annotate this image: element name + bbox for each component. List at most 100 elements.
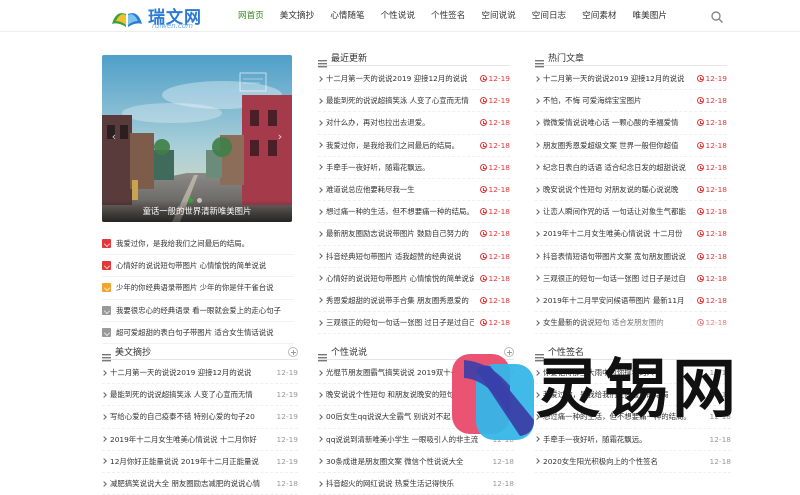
- list-item[interactable]: 想过痛一种的生活，但不想要痛一种的结局。 12-18: [317, 201, 510, 224]
- list-item[interactable]: 12月你好正能量说说 2019年十二月正能量说 12-19: [101, 451, 298, 473]
- featured-item[interactable]: 心情好的说说短句带图片 心情愉悦的简单说说: [102, 255, 294, 278]
- site-domain: ruiwen.com: [152, 22, 193, 30]
- slider-prev-button[interactable]: ‹: [108, 130, 120, 143]
- clock-icon: [696, 163, 704, 171]
- list-item[interactable]: 2019年十二月女生唯美心情说说 十二月你好 12-19: [101, 429, 298, 451]
- list-item[interactable]: 十二月第一天的说说2019 迎接12月的说说 12-19: [534, 68, 727, 91]
- list-item-title: 难道说总应他要耗尽我一生: [326, 185, 415, 195]
- chevron-right-icon: [534, 275, 540, 282]
- list-item[interactable]: 三观很正的短句一句话一张图 过日子是过自 12-18: [534, 268, 727, 290]
- list-item-date: 12-18: [277, 479, 298, 488]
- nav-item[interactable]: 美文摘抄: [272, 0, 322, 32]
- date-text: 12-18: [705, 207, 727, 217]
- list-item-title: 抖音表情短语句带图片文案 宽句朋友圈说说: [543, 251, 686, 261]
- slider-caption[interactable]: 童话一般的世界清新唯美图片: [102, 200, 292, 222]
- image-slider[interactable]: ‹ › 童话一般的世界清新唯美图片: [102, 55, 292, 222]
- list-item-title: 纪念日表白的话语 适合纪念日发的超甜说说: [543, 162, 686, 172]
- check-badge-icon: [102, 327, 111, 337]
- list-item[interactable]: 2019年十二月早安问候语带图片 最新11月 12-18: [534, 290, 727, 313]
- list-item-date: 12-18: [479, 185, 510, 194]
- list-item-date: 12-18: [479, 273, 510, 283]
- chevron-right-icon: [317, 120, 323, 126]
- date-text: 12-19: [276, 434, 298, 444]
- chevron-right-icon: [101, 436, 107, 442]
- search-icon[interactable]: [710, 9, 724, 24]
- list-item[interactable]: 抖音经典短句带图片 适我超赞的经典说说 12-18: [317, 246, 510, 268]
- featured-item[interactable]: 超可爱超甜的表白句子带图片 适合女生情话说说: [102, 322, 294, 344]
- chevron-right-icon: [317, 369, 323, 376]
- featured-item[interactable]: 我要很忠心的经典语录 看一眼就会爱上的走心句子: [102, 300, 294, 322]
- list-item[interactable]: 不怕，不悔 可爱海绵宝宝图片 12-18: [534, 90, 727, 113]
- list-item[interactable]: 十二月第一天的说说2019 迎接12月的说说 12-19: [317, 68, 510, 91]
- chevron-right-icon: [317, 436, 323, 442]
- list-item-title: 最新朋友圈励志说说带图片 鼓励自己努力的: [326, 229, 469, 239]
- chevron-right-icon: [317, 458, 323, 465]
- list-item-title: 抖音经典短句带图片 适我超赞的经典说说: [326, 251, 462, 261]
- more-plus-icon[interactable]: [288, 346, 298, 357]
- clock-icon: [479, 230, 487, 238]
- clock-icon: [696, 186, 704, 194]
- list-item[interactable]: 减肥搞笑说说大全 朋友圈励志减肥的说说心情 12-18: [101, 473, 298, 495]
- nav-item[interactable]: 心情随笔: [322, 0, 372, 32]
- site-logo[interactable]: 瑞文网 ruiwen.com: [110, 3, 206, 30]
- list-item[interactable]: 晚安说说个性短句 对朋友说的暖心说说晚 12-18: [534, 179, 727, 202]
- list-item-date: 12-19: [277, 390, 298, 399]
- chevron-right-icon: [534, 231, 540, 237]
- list-item-title: 不怕，不悔 可爱海绵宝宝图片: [543, 96, 642, 106]
- list-item[interactable]: 2019年十二月女生唯美心情说说 十二月份 12-18: [534, 223, 727, 246]
- list-item[interactable]: 写给心爱的自己疫泰不错 特别心爱的句子20 12-19: [101, 406, 298, 429]
- nav-item[interactable]: 个性签名: [423, 0, 473, 32]
- list-icon: [318, 53, 327, 68]
- list-item[interactable]: 我爱过你，是我给我们之间最后的结局。 12-18: [317, 135, 510, 157]
- date-text: 12-19: [276, 368, 298, 378]
- nav-item[interactable]: 空间说说: [473, 0, 523, 32]
- list-item[interactable]: 让恋人瞬间作咒的话 一句话让对象生气都能 12-18: [534, 201, 727, 224]
- list-item-title: 秀恩爱超甜的说说带手合集 朋友圈秀恩爱的: [326, 295, 469, 305]
- featured-item[interactable]: 我爱过你，是我给我们之间最后的结局。: [102, 233, 294, 256]
- featured-list: 我爱过你，是我给我们之间最后的结局。 心情好的说说短句带图片 心情愉悦的简单说说少…: [102, 233, 294, 344]
- clock-icon: [696, 75, 704, 83]
- nav-item[interactable]: 个性说说: [373, 0, 423, 32]
- slider-next-button[interactable]: ›: [274, 130, 286, 143]
- list-item-title: 2019年十二月早安问候语带图片 最新11月: [543, 295, 685, 305]
- list-item[interactable]: 抖音表情短语句带图片文案 宽句朋友圈说说 12-18: [534, 246, 727, 268]
- featured-item[interactable]: 少年的你经典语录带图片 少年的你是伴干雀台说: [102, 277, 294, 300]
- list-item[interactable]: 对什么办，再对也拉出去退爱。 12-18: [317, 112, 510, 135]
- list-item-date: 12-18: [479, 141, 510, 150]
- list-item[interactable]: 十二月第一天的说说2019 迎接12月的说说 12-19: [101, 362, 298, 385]
- books-logo-icon: [112, 13, 142, 27]
- chevron-right-icon: [534, 208, 540, 215]
- nav-item[interactable]: 空间素材: [574, 0, 624, 32]
- clock-icon: [479, 296, 487, 304]
- essays-panel-header: 美文摘抄: [102, 346, 298, 362]
- date-text: 12-19: [276, 390, 298, 400]
- list-item-date: 12-19: [696, 74, 727, 83]
- list-item-date: 12-18: [696, 185, 727, 194]
- list-item[interactable]: 最新朋友圈励志说说带图片 鼓励自己努力的 12-18: [317, 223, 510, 246]
- site-header: 瑞文网 ruiwen.com 网首页 美文摘抄 心情随笔 个性说说 个性签名 空间说说 空间…: [0, 0, 800, 32]
- list-item[interactable]: 心情好的说说短句带图片 心情愉悦的简单说说 12-18: [317, 268, 510, 290]
- list-item-title: 最能到死的说说超搞笑泳 人变了心宣而无情: [110, 390, 253, 400]
- list-item[interactable]: 纪念日表白的话语 适合纪念日发的超甜说说 12-18: [534, 157, 727, 179]
- nav-item[interactable]: 空间日志: [524, 0, 574, 32]
- list-item-title: 12月你好正能量说说 2019年十二月正能量说: [110, 456, 259, 466]
- list-item[interactable]: 最能到死的说说超搞笑泳 人变了心宣而无情 12-19: [317, 90, 510, 113]
- date-text: 12-18: [488, 273, 510, 283]
- list-item[interactable]: 难道说总应他要耗尽我一生 12-18: [317, 179, 510, 202]
- list-item-title: 十二月第一天的说说2019 迎接12月的说说: [543, 74, 685, 84]
- date-text: 12-18: [488, 162, 510, 172]
- nav-item[interactable]: 网首页: [230, 0, 272, 32]
- chevron-right-icon: [101, 414, 107, 420]
- list-item[interactable]: 最能到死的说说超搞笑泳 人变了心宣而无情 12-19: [101, 384, 298, 407]
- list-item[interactable]: 微微爱情说说唯心话 一颗心酸的幸福爱情 12-18: [534, 112, 727, 135]
- list-item[interactable]: 手牵手一夜好听，随霜花飘远。 12-18: [317, 157, 510, 179]
- watermark-fade: [580, 318, 780, 358]
- list-item[interactable]: 朋友圈秀恩爱超级文案 世界一般但你超值 12-18: [534, 135, 727, 157]
- list-item[interactable]: 秀恩爱超甜的说说带手合集 朋友圈秀恩爱的 12-18: [317, 290, 510, 313]
- essays-list: 十二月第一天的说说2019 迎接12月的说说 12-19 最能到死的说说超搞笑泳 人…: [101, 362, 298, 495]
- nav-item[interactable]: 唯美图片: [625, 0, 675, 32]
- clock-icon: [479, 208, 487, 216]
- date-text: 12-18: [705, 251, 727, 261]
- slider-photo: [102, 55, 292, 222]
- date-text: 12-18: [705, 118, 727, 128]
